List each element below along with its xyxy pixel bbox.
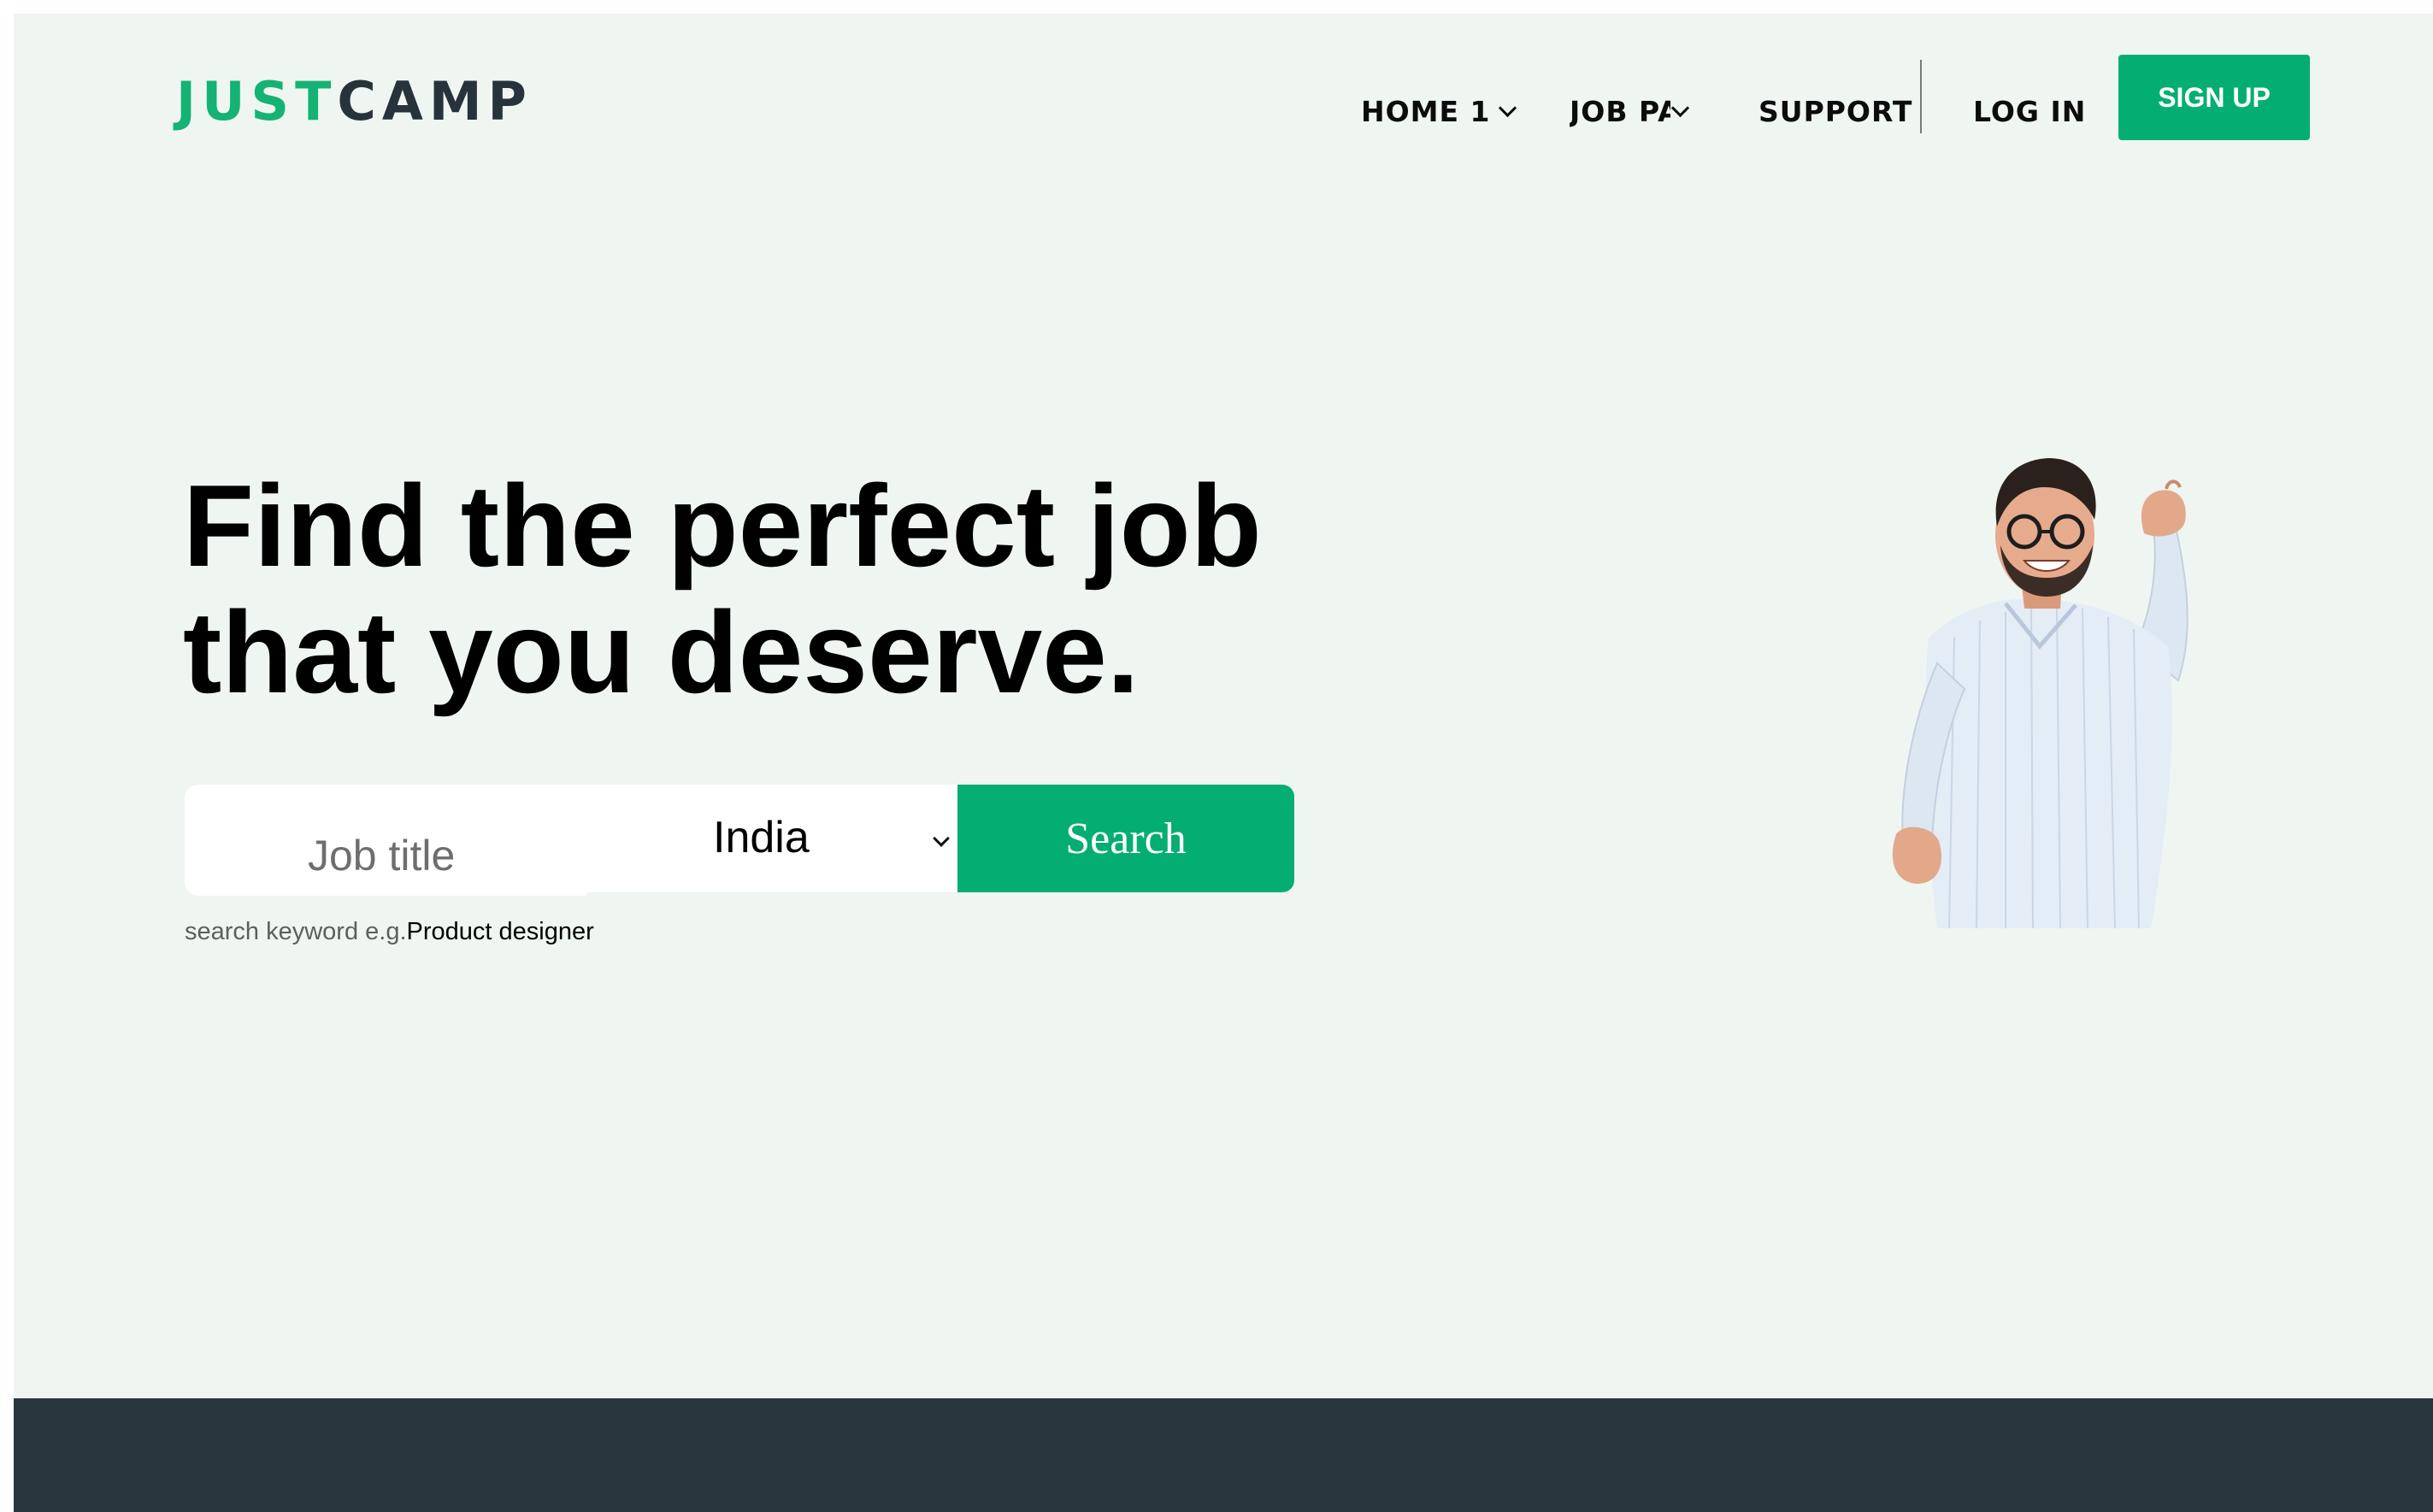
signup-button-label: SIGN UP (2158, 81, 2271, 113)
nav-item-job-pages[interactable]: JOB PAGES (1570, 94, 1701, 128)
search-hint-example[interactable]: Product designer (407, 918, 594, 945)
page: JUSTCAMP HOME 1 JOB PAGES SUPPORT LOG IN… (14, 14, 2433, 1512)
nav-item-home[interactable]: HOME 1 (1361, 94, 1517, 128)
hero-title-line-1: Find the perfect job (183, 461, 1262, 591)
login-link[interactable]: LOG IN (1973, 94, 2086, 128)
search-hint-prefix: search keyword e.g. (185, 918, 407, 945)
nav-item-home-label: HOME 1 (1361, 94, 1491, 128)
search-button-label: Search (1065, 814, 1187, 863)
dark-section-band (14, 1398, 2433, 1512)
logo-part-just: JUST (176, 70, 338, 132)
hero-title-line-2: that you deserve. (183, 587, 1140, 717)
logo-part-camp: CAMP (337, 70, 533, 132)
country-select-value: India (713, 813, 810, 862)
logo[interactable]: JUSTCAMP (176, 75, 533, 128)
search-button[interactable]: Search (957, 785, 1294, 892)
country-select[interactable]: India (585, 785, 961, 892)
hero-person-image (1892, 458, 2189, 928)
nav-item-support-label: SUPPORT (1758, 94, 1913, 128)
nav-item-job-pages-label: JOB PAGES (1570, 94, 1670, 128)
job-search-bar: India Search (185, 785, 1294, 896)
hero-title: Find the perfect job that you deserve. (183, 462, 1380, 715)
chevron-down-icon (933, 830, 950, 847)
login-link-label: LOG IN (1973, 94, 2087, 128)
signup-button[interactable]: SIGN UP (2118, 55, 2310, 140)
chevron-down-icon (1498, 98, 1517, 117)
job-title-input[interactable] (185, 785, 586, 896)
nav-item-support[interactable]: SUPPORT (1758, 94, 1912, 128)
chevron-down-icon (1670, 98, 1690, 117)
search-hint: search keyword e.g.Product designer (185, 918, 594, 946)
nav-divider (1920, 60, 1922, 133)
